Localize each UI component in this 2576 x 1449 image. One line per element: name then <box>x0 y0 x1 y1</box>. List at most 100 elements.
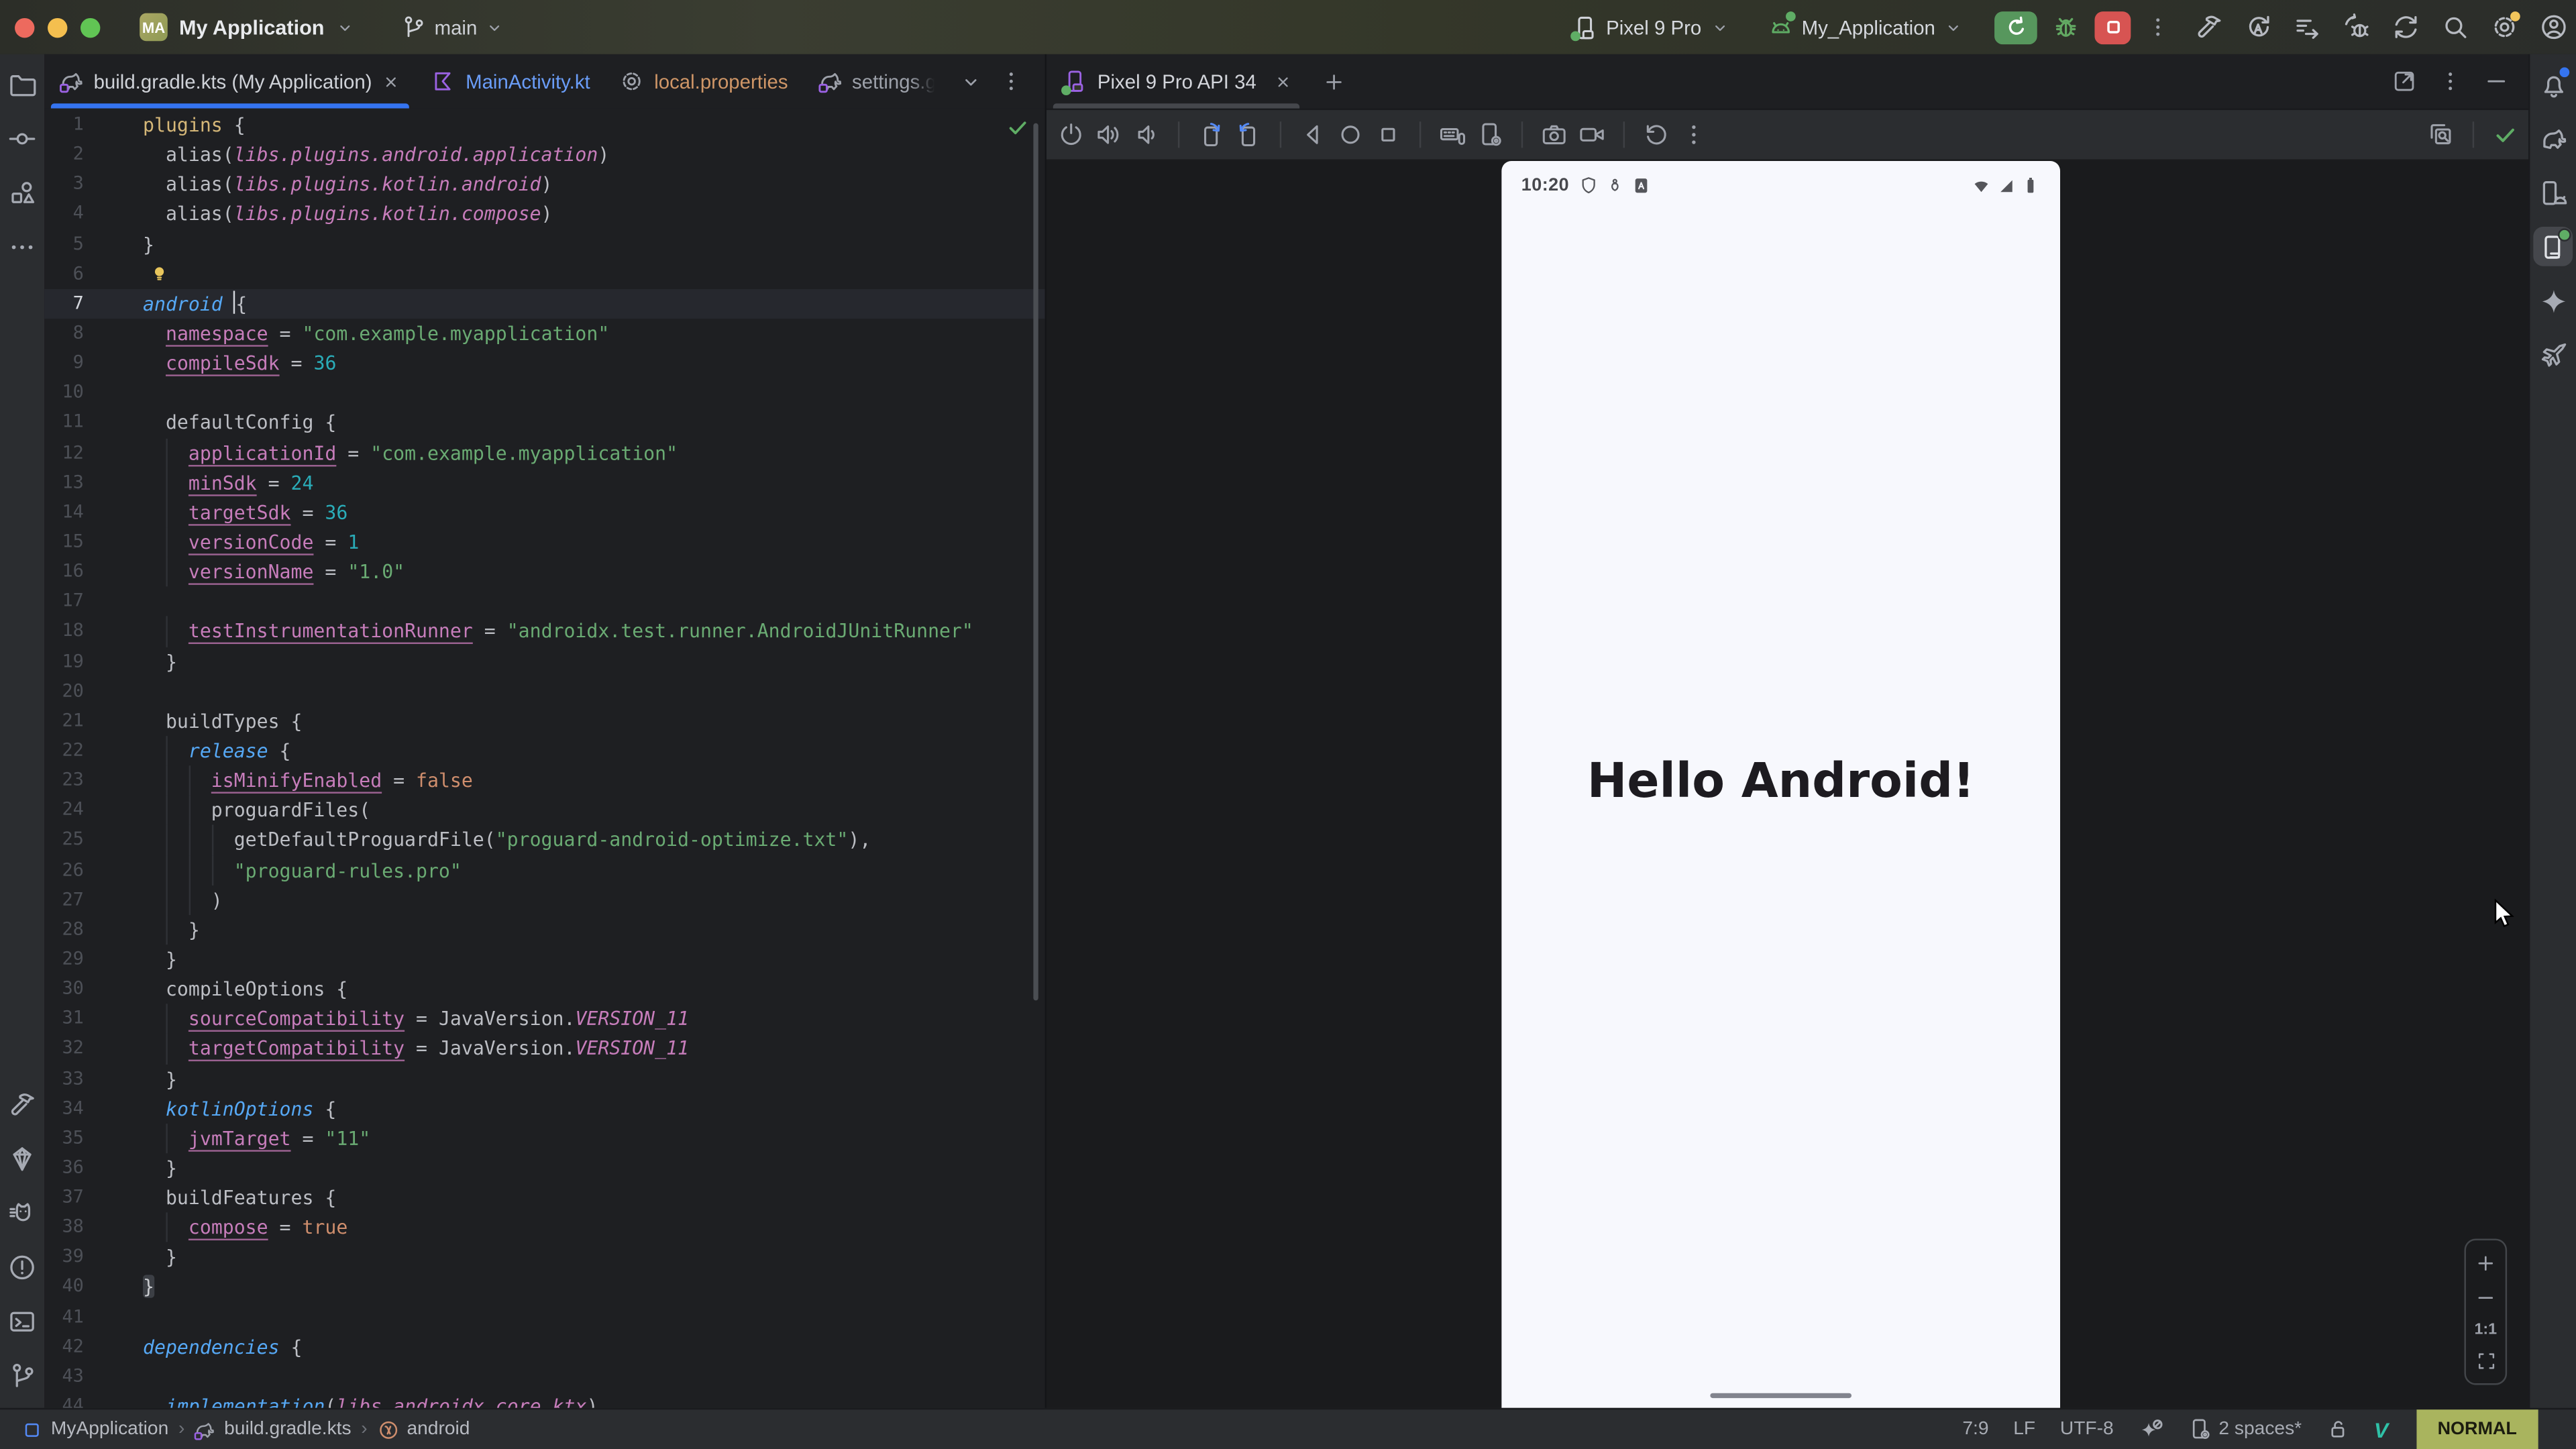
power-icon[interactable] <box>1058 121 1084 148</box>
breadcrumb-item[interactable]: build.gradle.kts <box>195 1419 352 1440</box>
code-line-37[interactable]: 37 buildFeatures { <box>44 1183 1044 1212</box>
gradle-elephant-tool-button[interactable] <box>2533 118 2573 158</box>
code-line-31[interactable]: 31 sourceCompatibility = JavaVersion.VER… <box>44 1004 1044 1034</box>
more-actions-kebab-icon[interactable] <box>2145 15 2170 40</box>
code-line-22[interactable]: 22 release { <box>44 736 1044 765</box>
rerun-button[interactable] <box>1994 11 2037 44</box>
code-line-15[interactable]: 15 versionCode = 1 <box>44 527 1044 557</box>
code-line-36[interactable]: 36 } <box>44 1153 1044 1183</box>
device-manager-tool-button[interactable] <box>2533 172 2573 212</box>
device-selector[interactable]: Pixel 9 Pro <box>1572 14 1729 40</box>
settings-gear-button[interactable] <box>2491 13 2519 42</box>
maximize-window-button[interactable] <box>80 17 100 37</box>
code-line-32[interactable]: 32 targetCompatibility = JavaVersion.VER… <box>44 1034 1044 1063</box>
code-line-27[interactable]: 27 ) <box>44 885 1044 914</box>
nav-home-icon[interactable] <box>1337 121 1363 148</box>
code-line-10[interactable]: 10 <box>44 378 1044 408</box>
code-line-12[interactable]: 12 applicationId = "com.example.myapplic… <box>44 438 1044 468</box>
code-line-35[interactable]: 35 jvmTarget = "11" <box>44 1124 1044 1153</box>
git-branch-tool-button[interactable] <box>3 1355 42 1395</box>
close-window-button[interactable] <box>15 17 34 37</box>
device-tab[interactable]: Pixel 9 Pro API 34 <box>1046 54 1305 109</box>
resource-manager-tool-button[interactable] <box>3 172 42 212</box>
code-line-1[interactable]: 1plugins { <box>44 110 1044 140</box>
commit-tool-button[interactable] <box>3 118 42 158</box>
code-line-3[interactable]: 3 alias(libs.plugins.kotlin.android) <box>44 170 1044 199</box>
ideavim-icon[interactable]: V <box>2374 1417 2388 1442</box>
zoom-in-icon[interactable] <box>2474 1252 2497 1275</box>
code-line-5[interactable]: 5} <box>44 229 1044 259</box>
zoom-reset-button[interactable]: 1:1 <box>2474 1321 2497 1339</box>
code-line-38[interactable]: 38 compose = true <box>44 1213 1044 1242</box>
code-line-28[interactable]: 28 } <box>44 915 1044 945</box>
project-widget[interactable]: MA My Application <box>140 13 356 42</box>
code-line-41[interactable]: 41 <box>44 1302 1044 1332</box>
indent-widget[interactable]: 2 spaces* <box>2188 1417 2302 1440</box>
code-line-11[interactable]: 11 defaultConfig { <box>44 408 1044 437</box>
tab-list-chevron-icon[interactable] <box>959 70 981 93</box>
code-line-17[interactable]: 17 <box>44 587 1044 616</box>
tab-options-kebab-icon[interactable] <box>998 69 1023 94</box>
code-line-16[interactable]: 16 versionName = "1.0" <box>44 557 1044 586</box>
code-line-23[interactable]: 23 isMinifyEnabled = false <box>44 765 1044 795</box>
file-encoding[interactable]: UTF-8 <box>2060 1419 2114 1439</box>
code-line-13[interactable]: 13 minSdk = 24 <box>44 468 1044 497</box>
vcs-branch-widget[interactable]: main <box>402 15 505 40</box>
profile-icon[interactable] <box>2540 13 2568 42</box>
code-line-30[interactable]: 30 compileOptions { <box>44 974 1044 1004</box>
code-line-20[interactable]: 20 <box>44 676 1044 706</box>
code-line-34[interactable]: 34 kotlinOptions { <box>44 1093 1044 1123</box>
code-editor[interactable]: 1plugins {2 alias(libs.plugins.android.a… <box>44 109 1044 1410</box>
sync-icon[interactable] <box>2392 13 2420 42</box>
gemini-sparkle-tool-button[interactable] <box>2533 281 2573 321</box>
debug-button[interactable] <box>2052 13 2080 42</box>
rotate-right-icon[interactable] <box>1236 121 1262 148</box>
code-line-25[interactable]: 25 getDefaultProguardFile("proguard-andr… <box>44 825 1044 855</box>
code-line-42[interactable]: 42dependencies { <box>44 1332 1044 1362</box>
bell-tool-button[interactable] <box>2533 64 2573 104</box>
code-line-26[interactable]: 26 "proguard-rules.pro" <box>44 855 1044 885</box>
code-line-33[interactable]: 33 } <box>44 1064 1044 1093</box>
add-device-tab-icon[interactable] <box>1322 70 1345 93</box>
ai-assistant-off-icon[interactable] <box>2138 1417 2163 1442</box>
code-line-2[interactable]: 2 alias(libs.plugins.android.application… <box>44 140 1044 170</box>
line-separator[interactable]: LF <box>2013 1419 2035 1439</box>
code-line-44[interactable]: 44 implementation(libs.androidx.core.ktx… <box>44 1391 1044 1409</box>
inspections-ok-icon[interactable] <box>1006 115 1030 140</box>
open-in-new-window-icon[interactable] <box>2392 69 2417 94</box>
toolbar-build-icon[interactable] <box>2195 13 2223 42</box>
code-line-24[interactable]: 24 proguardFiles( <box>44 796 1044 825</box>
stop-button[interactable] <box>2094 11 2131 44</box>
vol-down-icon[interactable] <box>1134 121 1160 148</box>
code-line-40[interactable]: 40} <box>44 1273 1044 1302</box>
caret-position[interactable]: 7:9 <box>1962 1419 1988 1439</box>
running-devices-tool-button[interactable] <box>2533 227 2573 266</box>
hide-panel-icon[interactable] <box>2484 69 2509 94</box>
device-reset-icon[interactable] <box>1643 121 1669 148</box>
code-line-39[interactable]: 39 } <box>44 1242 1044 1272</box>
code-line-6[interactable]: 6 <box>44 259 1044 288</box>
code-line-14[interactable]: 14 targetSdk = 36 <box>44 498 1044 527</box>
code-line-8[interactable]: 8 namespace = "com.example.myapplication… <box>44 319 1044 348</box>
nav-back-icon[interactable] <box>1299 121 1326 148</box>
project-folder-tool-button[interactable] <box>3 64 42 104</box>
hardware-input-icon[interactable] <box>1439 121 1465 148</box>
app-gem-tool-button[interactable] <box>3 1138 42 1178</box>
kebab-icon[interactable] <box>1680 121 1707 148</box>
build-hammer-tool-button[interactable] <box>3 1084 42 1124</box>
code-line-43[interactable]: 43 <box>44 1362 1044 1391</box>
editor-tab-1[interactable]: build.gradle.kts (My Application) <box>44 54 417 109</box>
code-line-19[interactable]: 19 } <box>44 647 1044 676</box>
gesture-nav-handle[interactable] <box>1710 1393 1851 1399</box>
screen-record-icon[interactable] <box>1578 121 1605 148</box>
search-icon[interactable] <box>2441 13 2469 42</box>
logcat-cat-tool-button[interactable] <box>3 1193 42 1232</box>
close-icon[interactable] <box>1273 72 1292 91</box>
code-line-7[interactable]: 7android { <box>44 289 1044 319</box>
device-settings-icon[interactable] <box>1477 121 1503 148</box>
editor-tab-4[interactable]: settings.g <box>803 54 949 109</box>
emulator-screen[interactable]: 10:20 Hello Android! <box>1501 161 2060 1409</box>
breadcrumb-item[interactable]: MyApplication <box>21 1419 168 1440</box>
editor-scrollbar[interactable] <box>1033 123 1038 1001</box>
vol-up-icon[interactable] <box>1095 121 1122 148</box>
